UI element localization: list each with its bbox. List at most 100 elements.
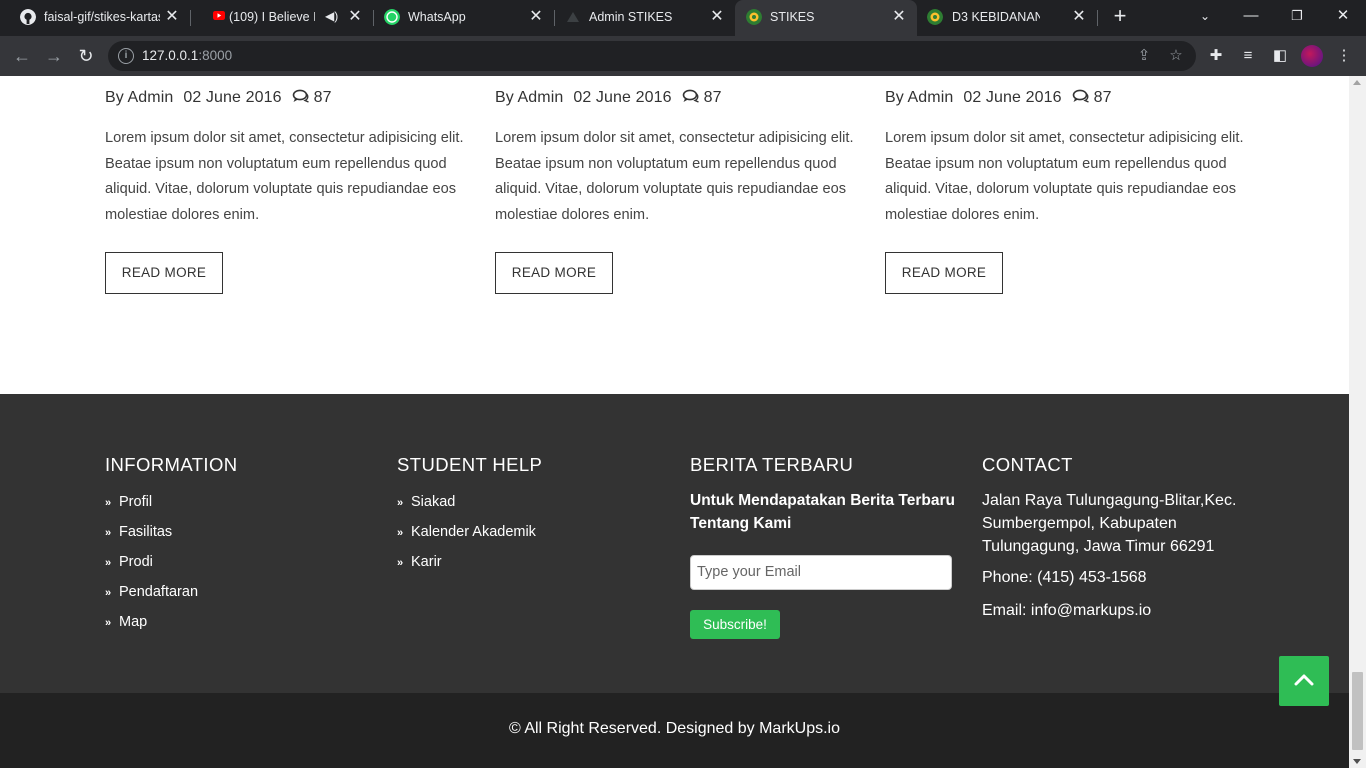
admin-icon: [567, 12, 579, 22]
comments-icon: [1072, 89, 1089, 103]
post-excerpt: Lorem ipsum dolor sit amet, consectetur …: [495, 130, 854, 223]
post-comments-count: 87: [313, 89, 332, 106]
browser-tab-github[interactable]: faisal-gif/stikes-kartas ✕: [0, 0, 190, 36]
browser-tab-admin[interactable]: Admin STIKES ✕: [555, 0, 735, 36]
footer-bottom-bar: © All Right Reserved. Designed by MarkUp…: [0, 693, 1349, 768]
footer-link-karir[interactable]: » Karir: [397, 554, 536, 584]
browser-tab-whatsapp[interactable]: WhatsApp ✕: [374, 0, 554, 36]
post-excerpt: Lorem ipsum dolor sit amet, consectetur …: [885, 130, 1244, 223]
scroll-up-arrow-icon[interactable]: [1353, 80, 1361, 85]
whatsapp-icon: [384, 9, 400, 25]
footer-link-prodi[interactable]: » Prodi: [105, 554, 198, 584]
stikes-icon: [746, 9, 762, 25]
post-meta: By Admin 02 June 2016 87: [885, 89, 1122, 107]
post-date: 02 June 2016: [573, 89, 672, 106]
share-icon[interactable]: ⇪: [1134, 46, 1154, 66]
footer-link-fasilitas[interactable]: » Fasilitas: [105, 524, 198, 554]
browser-tab-strip: faisal-gif/stikes-kartas ✕ (109) I Belie…: [0, 0, 1366, 36]
chevron-double-right-icon: »: [397, 527, 404, 539]
extensions-icon[interactable]: ✚: [1206, 46, 1226, 66]
post-comments-count: 87: [1093, 89, 1112, 106]
site-info-icon[interactable]: i: [118, 48, 134, 64]
scroll-down-arrow-icon[interactable]: [1353, 759, 1361, 764]
forward-button[interactable]: →: [42, 44, 66, 68]
footer-link-profil[interactable]: » Profil: [105, 494, 198, 524]
chevron-double-right-icon: »: [105, 497, 112, 509]
post-meta: By Admin 02 June 2016 87: [495, 89, 732, 107]
newsletter-subtitle: Untuk Mendapatakan Berita Terbaru Tentan…: [690, 492, 955, 532]
close-icon[interactable]: ✕: [528, 9, 544, 25]
restore-button[interactable]: ❐: [1284, 5, 1310, 27]
close-icon[interactable]: ✕: [1071, 9, 1087, 25]
page-scrollbar[interactable]: [1349, 76, 1366, 768]
read-more-button[interactable]: READ MORE: [105, 252, 223, 294]
youtube-icon: [213, 11, 225, 20]
contact-email: Email: info@markups.io: [982, 602, 1152, 619]
information-links: » Profil » Fasilitas » Prodi » Pendaftaran »…: [105, 494, 198, 644]
subscribe-button[interactable]: Subscribe!: [690, 610, 780, 639]
footer-heading: BERITA TERBARU: [690, 454, 854, 475]
footer-link-kalender-akademik[interactable]: » Kalender Akademik: [397, 524, 536, 554]
chevron-double-right-icon: »: [397, 557, 404, 569]
close-icon[interactable]: ✕: [347, 9, 363, 25]
contact-address: Jalan Raya Tulungagung-Blitar,Kec. Sumbe…: [982, 492, 1237, 555]
close-window-button[interactable]: ✕: [1330, 5, 1356, 27]
menu-icon[interactable]: ⋮: [1334, 46, 1354, 66]
back-button[interactable]: ←: [10, 44, 34, 68]
chevron-double-right-icon: »: [105, 617, 112, 629]
post-excerpt: Lorem ipsum dolor sit amet, consectetur …: [105, 130, 464, 223]
read-more-button[interactable]: READ MORE: [495, 252, 613, 294]
footer-link-map[interactable]: » Map: [105, 614, 198, 644]
tab-title: faisal-gif/stikes-kartas: [44, 10, 160, 24]
tab-title: STIKES: [770, 10, 815, 24]
footer-heading: CONTACT: [982, 454, 1073, 475]
chevron-double-right-icon: »: [105, 527, 112, 539]
post-comments-count: 87: [703, 89, 722, 106]
profile-avatar[interactable]: [1301, 45, 1323, 67]
tab-title: Admin STIKES: [589, 10, 673, 24]
footer-link-siakad[interactable]: » Siakad: [397, 494, 536, 524]
post-author: By Admin: [885, 89, 954, 106]
tab-search-icon[interactable]: ⌄: [1192, 5, 1218, 27]
side-panel-icon[interactable]: ◧: [1270, 46, 1290, 66]
newsletter-email-input[interactable]: Type your Email: [690, 555, 952, 590]
back-to-top-button[interactable]: [1279, 656, 1329, 706]
footer-heading: STUDENT HELP: [397, 454, 543, 475]
browser-toolbar: ← → ↻ i 127.0.0.1:8000 ⇪ ☆ ✚ ≡ ◧ ⋮: [0, 36, 1366, 76]
browser-tab-youtube[interactable]: (109) I Believe In ◀) ✕: [191, 0, 373, 36]
bookmark-star-icon[interactable]: ☆: [1166, 46, 1186, 66]
new-tab-button[interactable]: +: [1109, 5, 1131, 28]
stikes-icon: [927, 9, 943, 25]
address-bar[interactable]: i 127.0.0.1:8000 ⇪ ☆: [108, 41, 1196, 71]
post-author: By Admin: [495, 89, 564, 106]
page-viewport: By Admin 02 June 2016 87 Lorem ipsum dolor…: [0, 76, 1349, 768]
close-icon[interactable]: ✕: [709, 9, 725, 25]
comments-icon: [682, 89, 699, 103]
close-icon[interactable]: ✕: [164, 9, 180, 25]
tab-title: D3 KEBIDANAN | STII: [952, 10, 1040, 24]
contact-phone: Phone: (415) 453-1568: [982, 569, 1147, 586]
student-help-links: » Siakad » Kalender Akademik » Karir: [397, 494, 536, 584]
url-text[interactable]: 127.0.0.1:8000: [142, 48, 232, 63]
reload-button[interactable]: ↻: [74, 44, 98, 68]
chevron-double-right-icon: »: [105, 587, 112, 599]
minimize-button[interactable]: —: [1238, 5, 1264, 27]
footer: INFORMATION » Profil » Fasilitas » Prodi » P…: [0, 394, 1349, 693]
tab-title: WhatsApp: [408, 10, 466, 24]
comments-icon: [292, 89, 309, 103]
media-controls-icon[interactable]: ≡: [1238, 46, 1258, 66]
post-meta: By Admin 02 June 2016 87: [105, 89, 342, 107]
chevron-double-right-icon: »: [105, 557, 112, 569]
read-more-button[interactable]: READ MORE: [885, 252, 1003, 294]
post-date: 02 June 2016: [183, 89, 282, 106]
github-icon: [20, 9, 36, 25]
close-icon[interactable]: ✕: [891, 9, 907, 25]
scrollbar-thumb[interactable]: [1352, 672, 1363, 750]
audio-icon[interactable]: ◀): [325, 9, 338, 23]
chevron-double-right-icon: »: [397, 497, 404, 509]
browser-tab-stikes[interactable]: STIKES ✕: [735, 0, 917, 36]
browser-tab-d3-kebidanan[interactable]: D3 KEBIDANAN | STII ✕: [917, 0, 1097, 36]
copyright-text: © All Right Reserved. Designed by MarkUp…: [508, 720, 841, 737]
post-author: By Admin: [105, 89, 174, 106]
footer-link-pendaftaran[interactable]: » Pendaftaran: [105, 584, 198, 614]
